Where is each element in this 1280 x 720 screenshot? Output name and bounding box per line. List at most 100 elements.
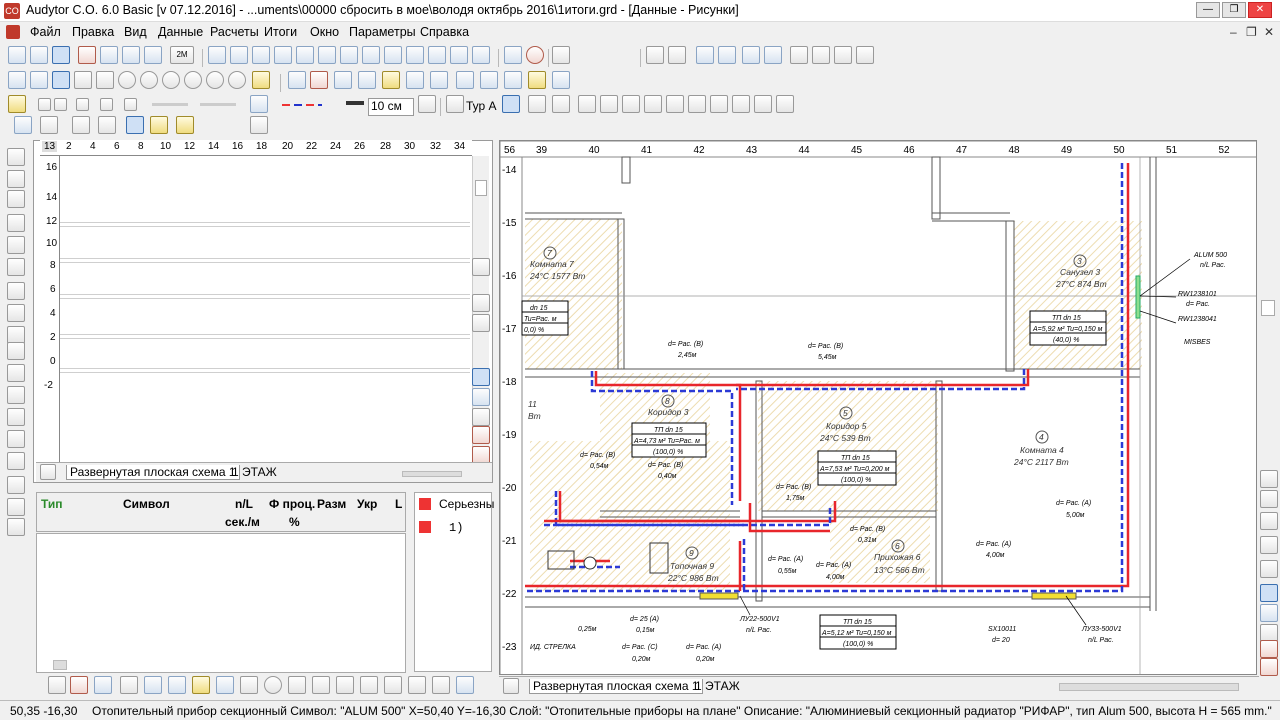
hand-icon[interactable]	[96, 71, 114, 89]
grid-icon[interactable]	[100, 46, 118, 64]
drawing-tab-floor-1[interactable]: 1 ЭТАЖ	[695, 679, 740, 693]
check1-checkbox[interactable]	[38, 98, 51, 111]
drawing-tab-nav-icon[interactable]	[503, 678, 519, 694]
menu-data[interactable]: Данные	[158, 25, 203, 39]
preview-icon[interactable]	[7, 236, 25, 254]
view11-icon[interactable]	[428, 46, 446, 64]
save-icon[interactable]	[7, 190, 25, 208]
stop-icon[interactable]	[526, 46, 544, 64]
slider2[interactable]	[200, 103, 236, 106]
view6-icon[interactable]	[318, 46, 336, 64]
pipe8-icon[interactable]	[688, 95, 706, 113]
bt11-icon[interactable]	[312, 676, 330, 694]
zoom-icon[interactable]	[118, 71, 136, 89]
pipe-draw-icon[interactable]	[502, 95, 520, 113]
rt9-icon[interactable]	[1260, 658, 1278, 676]
close-button[interactable]: ✕	[1248, 2, 1272, 18]
measure2-icon[interactable]	[472, 408, 490, 426]
doc-icon[interactable]	[6, 25, 20, 39]
left-horizontal-scrollbar[interactable]	[402, 471, 462, 477]
rt1-icon[interactable]	[1260, 470, 1278, 488]
rt5-icon[interactable]	[1260, 560, 1278, 578]
bt9-icon[interactable]	[240, 676, 258, 694]
menu-window[interactable]: Окно	[310, 25, 339, 39]
bt2-icon[interactable]	[70, 676, 88, 694]
weight-icon[interactable]	[7, 498, 25, 516]
layer-icon[interactable]	[8, 95, 26, 113]
print-icon[interactable]	[78, 46, 96, 64]
tool2-icon[interactable]	[668, 46, 686, 64]
mdi-restore-button[interactable]: ❐	[1246, 25, 1257, 39]
new-icon[interactable]	[8, 46, 26, 64]
rt-zoom-icon[interactable]	[1260, 584, 1278, 602]
view12-icon[interactable]	[450, 46, 468, 64]
rt4-icon[interactable]	[1260, 536, 1278, 554]
check-icon[interactable]	[504, 46, 522, 64]
layout-icon[interactable]	[52, 46, 70, 64]
col-type[interactable]: Тип	[41, 497, 63, 511]
line-weight-icon[interactable]	[346, 101, 364, 105]
mode4-icon[interactable]	[98, 116, 116, 134]
view3-icon[interactable]	[252, 46, 270, 64]
calc2-icon[interactable]	[552, 46, 570, 64]
line-style-icon[interactable]	[282, 104, 322, 106]
mode8-icon[interactable]	[250, 116, 268, 134]
floor-plan-view[interactable]: 56 39 40 41 42 43 44 45 46 47 48 49 50 51 52 -14 -15 -16…	[499, 140, 1257, 675]
props-icon[interactable]	[7, 214, 25, 232]
remove-icon[interactable]	[472, 426, 490, 444]
bt13-icon[interactable]	[360, 676, 378, 694]
maximize-button[interactable]: ❐	[1222, 2, 1246, 18]
draw3-icon[interactable]	[334, 71, 352, 89]
draw11-icon[interactable]	[528, 71, 546, 89]
folder-icon[interactable]	[7, 170, 25, 188]
pan-icon[interactable]	[472, 388, 490, 406]
radiator-lu33[interactable]	[1031, 592, 1077, 600]
check5-checkbox[interactable]	[124, 98, 137, 111]
draw4-icon[interactable]	[358, 71, 376, 89]
menu-file[interactable]: Файл	[30, 25, 61, 39]
tab-nav-icon[interactable]	[40, 464, 56, 480]
snap-icon[interactable]	[472, 294, 490, 312]
slider1[interactable]	[152, 103, 188, 106]
tab-floor-1[interactable]: 1 ЭТАЖ	[232, 465, 277, 479]
view1-icon[interactable]	[208, 46, 226, 64]
mode1-icon[interactable]	[14, 116, 32, 134]
radiator-lu22[interactable]	[699, 592, 739, 600]
view4-icon[interactable]	[274, 46, 292, 64]
bt14-icon[interactable]	[384, 676, 402, 694]
scissors-icon[interactable]	[552, 71, 570, 89]
bt12-icon[interactable]	[336, 676, 354, 694]
copy-icon[interactable]	[7, 408, 25, 426]
delete-icon[interactable]	[7, 452, 25, 470]
bt10-icon[interactable]	[288, 676, 306, 694]
menu-help[interactable]: Справка	[420, 25, 469, 39]
menu-params[interactable]: Параметры	[349, 25, 416, 39]
tools-icon[interactable]	[7, 476, 25, 494]
mode3-icon[interactable]	[72, 116, 90, 134]
view7-icon[interactable]	[340, 46, 358, 64]
drawing-horizontal-scrollbar[interactable]	[1059, 683, 1239, 691]
zoom-preset[interactable]: 2М	[170, 46, 194, 64]
col-l[interactable]: L	[395, 497, 402, 511]
find-icon[interactable]	[7, 304, 25, 322]
menu-view[interactable]: Вид	[124, 25, 147, 39]
pipe2-icon[interactable]	[552, 95, 570, 113]
tool8-icon[interactable]	[812, 46, 830, 64]
report-icon[interactable]	[7, 282, 25, 300]
pipe-type-label[interactable]: Тур А	[466, 99, 497, 113]
bt17-icon[interactable]	[456, 676, 474, 694]
tool6-icon[interactable]	[764, 46, 782, 64]
paste-icon[interactable]	[7, 430, 25, 448]
eraser-icon[interactable]	[446, 95, 464, 113]
pipe9-icon[interactable]	[710, 95, 728, 113]
pipe3-icon[interactable]	[578, 95, 596, 113]
zoom-out-icon[interactable]	[206, 71, 224, 89]
col-ukr[interactable]: Укр	[357, 497, 377, 511]
pipe7-icon[interactable]	[666, 95, 684, 113]
col-nl[interactable]: n/L	[235, 497, 253, 511]
check4-checkbox[interactable]	[100, 98, 113, 111]
mode6-icon[interactable]	[150, 116, 168, 134]
zoom-all-icon[interactable]	[184, 71, 202, 89]
play-icon[interactable]	[264, 676, 282, 694]
cut-icon[interactable]	[7, 386, 25, 404]
